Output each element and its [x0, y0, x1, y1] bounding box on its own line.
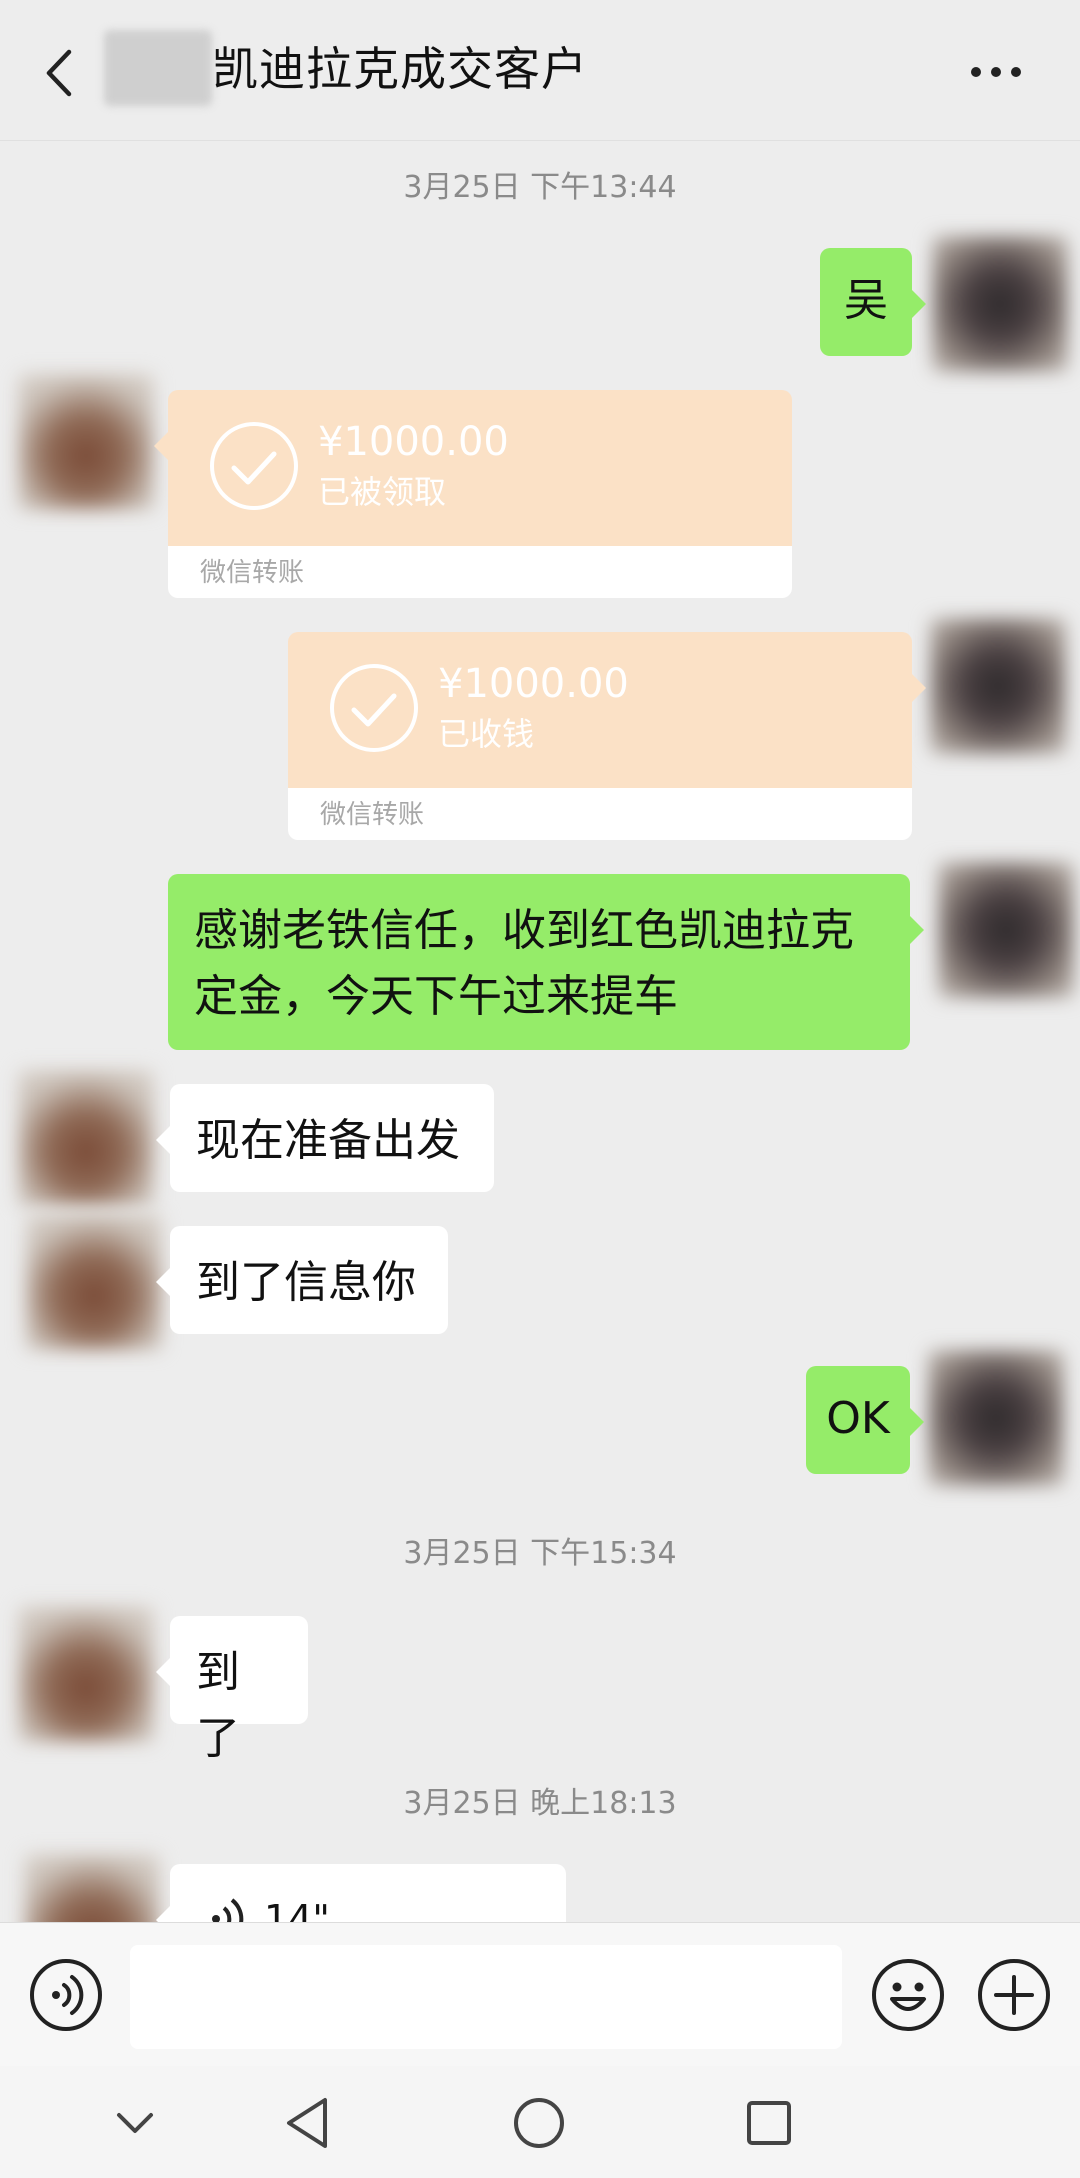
my-avatar[interactable] [932, 236, 1068, 372]
square-recents-icon [747, 2101, 791, 2145]
transfer-status: 已收钱 [438, 715, 535, 753]
nav-home-button[interactable] [504, 2088, 574, 2158]
plus-button[interactable] [976, 1957, 1052, 2033]
more-button[interactable] [956, 44, 1036, 100]
emoji-button[interactable] [870, 1957, 946, 2033]
my-avatar[interactable] [928, 1350, 1064, 1486]
contact-avatar[interactable] [18, 374, 154, 510]
back-button[interactable] [28, 38, 88, 108]
timestamp: 3月25日 下午15:34 [403, 1536, 677, 1571]
check-circle-icon [210, 422, 298, 510]
voice-duration: 14" [264, 1897, 330, 1922]
emoji-icon [872, 1959, 944, 2031]
nav-back-button[interactable] [272, 2088, 342, 2158]
input-bar [0, 1922, 1080, 2067]
chat-title: 凯迪拉克成交客户 [212, 42, 588, 96]
message-bubble-received[interactable]: 现在准备出发 [156, 1084, 494, 1192]
message-bubble-sent[interactable]: 感谢老铁信任，收到红色凯迪拉克 定金，今天下午过来提车 [168, 874, 924, 1050]
voice-icon [30, 1959, 102, 2031]
transfer-card-received[interactable]: ¥1000.00 已被领取 微信转账 [154, 390, 792, 598]
transfer-status: 已被领取 [318, 473, 447, 511]
transfer-label: 微信转账 [200, 558, 305, 588]
message-bubble-sent[interactable]: OK [806, 1366, 924, 1474]
check-circle-icon [330, 664, 418, 752]
timestamp: 3月25日 晚上18:13 [403, 1786, 677, 1821]
my-avatar[interactable] [938, 862, 1074, 998]
system-navigation-bar [0, 2066, 1080, 2178]
contact-avatar[interactable] [26, 1214, 162, 1350]
voice-toggle-button[interactable] [28, 1957, 104, 2033]
nav-recents-button[interactable] [734, 2088, 804, 2158]
transfer-label: 微信转账 [320, 800, 425, 830]
message-bubble-received[interactable]: 到了 [156, 1616, 308, 1764]
contact-avatar[interactable] [18, 1606, 154, 1742]
chevron-down-icon [117, 2113, 153, 2133]
message-bubble-sent[interactable]: 吴 [820, 248, 926, 356]
transfer-card-sent[interactable]: ¥1000.00 已收钱 微信转账 [288, 632, 926, 840]
circle-home-icon [514, 2098, 564, 2148]
voice-message-bubble[interactable]: 14" [156, 1864, 566, 1922]
contact-avatar[interactable] [24, 1854, 160, 1922]
plus-icon [978, 1959, 1050, 2031]
nav-collapse-button[interactable] [100, 2088, 170, 2158]
message-input[interactable] [130, 1945, 842, 2049]
blurred-name [104, 30, 212, 106]
transfer-amount: ¥1000.00 [318, 419, 509, 465]
message-bubble-received[interactable]: 到了信息你 [156, 1226, 448, 1334]
my-avatar[interactable] [930, 618, 1066, 754]
voice-wave-icon [212, 1898, 244, 1922]
transfer-amount: ¥1000.00 [438, 661, 629, 707]
chevron-left-icon [46, 49, 72, 97]
contact-avatar[interactable] [18, 1070, 154, 1206]
triangle-back-icon [287, 2098, 327, 2148]
timestamp: 3月25日 下午13:44 [403, 170, 677, 205]
chat-messages[interactable]: 3月25日 下午13:44 吴 ¥1000.00 已被领取 微信转账 ¥1000… [0, 140, 1080, 1922]
chat-header: 凯迪拉克成交客户 [0, 0, 1080, 141]
more-dots-icon [971, 67, 981, 77]
